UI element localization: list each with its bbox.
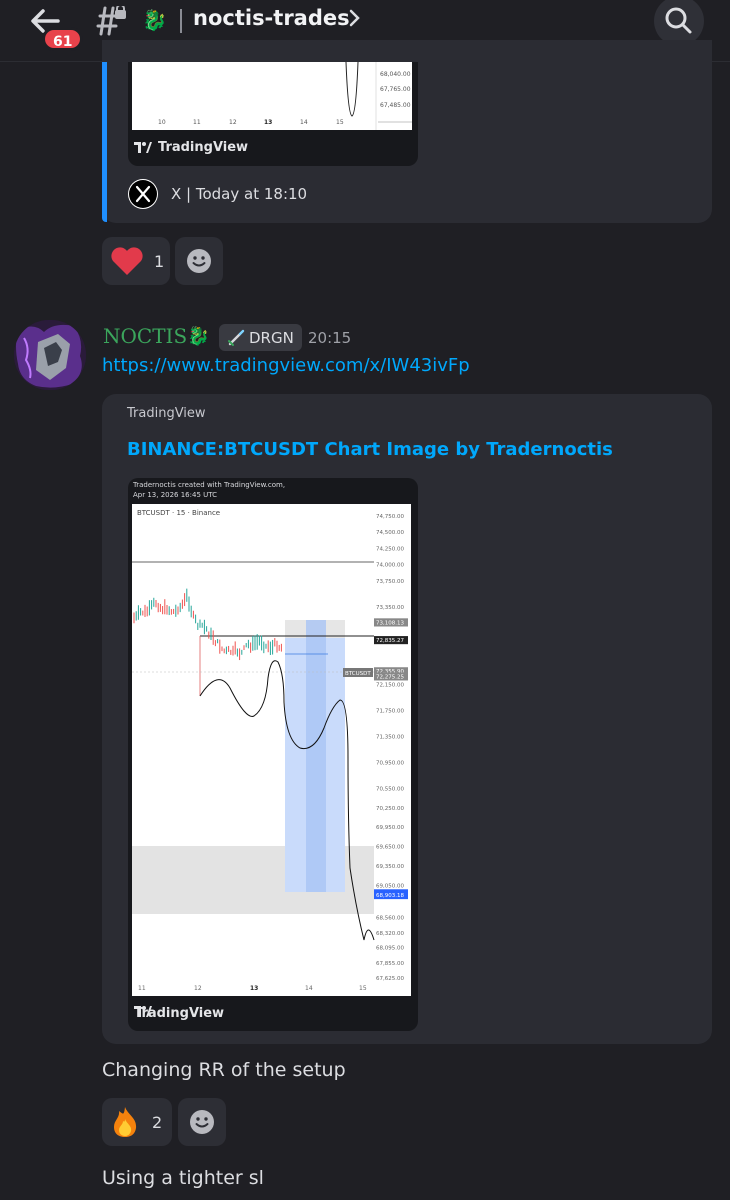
embed-footer-source: X | Today at 18:10 [171, 185, 308, 203]
x-tick: 12 [229, 119, 237, 126]
y-tick: 73,350.00 [376, 605, 404, 611]
heart-icon [111, 247, 143, 275]
x-logo-icon [128, 179, 158, 209]
role-tag-text: DRGN [249, 328, 294, 347]
message-timestamp: 20:15 [308, 329, 352, 347]
author-emoji: 🐉 [187, 326, 210, 347]
tradingview-watermark: TradingView [134, 140, 248, 155]
y-tick: 74,250.00 [376, 546, 404, 552]
x-tick: 13 [264, 119, 272, 126]
y-tick: 74,000.00 [376, 563, 404, 569]
embed-provider: TradingView [127, 406, 206, 421]
y-tick: 73,750.00 [376, 579, 404, 585]
role-tag[interactable]: DRGN [219, 324, 302, 351]
x-tick: 15 [336, 119, 344, 126]
header-divider [180, 9, 182, 33]
price-label: 68,903.18 [376, 893, 404, 899]
tradingview-logo-icon [134, 1006, 152, 1017]
add-emoji-icon [190, 1110, 214, 1134]
x-tick: 14 [300, 119, 308, 126]
y-tick: 67,625.00 [376, 976, 404, 982]
author-name[interactable]: NOCTIS [103, 324, 187, 348]
series-tag-text: BTCUSDT [345, 671, 371, 677]
chart-svg: BTCUSDT · 15 · Binance 74,750.00 74,500.0… [132, 504, 411, 996]
x-tick: 13 [250, 985, 258, 992]
y-tick: 74,750.00 [376, 514, 404, 520]
y-tick: 69,950.00 [376, 825, 404, 831]
y-tick: 74,500.00 [376, 530, 404, 536]
y-tick: 70,550.00 [376, 786, 404, 792]
x-tick: 14 [305, 985, 313, 992]
reaction-count: 1 [154, 251, 165, 271]
tradingview-watermark: TradingView [134, 1006, 224, 1021]
message-link[interactable]: https://www.tradingview.com/x/IW43ivFp [102, 355, 470, 376]
y-tick: 72,150.00 [376, 683, 404, 689]
y-tick: 70,950.00 [376, 760, 404, 766]
symbol-label: BTCUSDT · 15 · Binance [137, 509, 220, 517]
chevron-right-icon[interactable] [348, 8, 362, 28]
y-tick: 68,040.00 [380, 71, 411, 78]
chart-image[interactable]: Tradernoctis created with TradingView.co… [128, 478, 418, 1031]
x-tick: 12 [194, 985, 202, 992]
x-tick: 10 [158, 119, 166, 126]
reaction-heart[interactable]: 1 [102, 237, 170, 285]
add-emoji-icon [187, 249, 211, 273]
tradingview-brand-text: TradingView [158, 140, 249, 155]
reaction-fire[interactable]: 2 [102, 1098, 172, 1146]
x-tick: 15 [359, 985, 367, 992]
avatar[interactable] [14, 320, 86, 390]
y-tick: 67,765.00 [380, 86, 411, 93]
y-tick: 70,250.00 [376, 806, 404, 812]
embed-accent-bar [102, 62, 107, 222]
y-tick: 71,350.00 [376, 734, 404, 740]
message-text: Changing RR of the setup [102, 1059, 346, 1081]
chart-plot-area: 68,040.00 67,765.00 67,485.00 10 11 12 1… [132, 62, 412, 130]
channel-name[interactable]: noctis-trades [193, 6, 350, 30]
unread-badge: 61 [42, 27, 84, 51]
add-reaction-button[interactable] [175, 237, 223, 285]
chart-line [345, 62, 359, 117]
channel-emoji: 🐉 [142, 8, 167, 32]
y-tick: 67,485.00 [380, 102, 411, 109]
price-label: 73,108.13 [376, 620, 404, 626]
fire-icon [114, 1107, 137, 1137]
message-text: Using a tighter sl [102, 1167, 264, 1189]
embed-title-link[interactable]: BINANCE:BTCUSDT Chart Image by Tradernoc… [127, 439, 613, 460]
y-tick: 68,320.00 [376, 931, 404, 937]
y-tick: 71,750.00 [376, 709, 404, 715]
reaction-count: 2 [152, 1112, 163, 1132]
chart-plot-area [132, 504, 411, 996]
y-tick: 68,095.00 [376, 946, 404, 952]
chart-image-previous[interactable]: 68,040.00 67,765.00 67,485.00 10 11 12 1… [128, 62, 418, 166]
x-tick: 11 [138, 985, 146, 992]
y-tick: 68,560.00 [376, 915, 404, 921]
price-label: 72,835.27 [376, 638, 404, 644]
locked-channel-icon [92, 4, 128, 36]
tradingview-logo-icon [134, 142, 152, 153]
y-tick: 69,350.00 [376, 864, 404, 870]
add-reaction-button[interactable] [178, 1098, 226, 1146]
sword-icon [228, 329, 245, 346]
x-tick: 11 [193, 119, 201, 126]
position-tool [306, 620, 326, 892]
y-tick: 69,050.00 [376, 884, 404, 890]
y-tick: 69,650.00 [376, 845, 404, 851]
price-label: 72,275.25 [376, 674, 404, 680]
y-tick: 67,855.00 [376, 961, 404, 967]
